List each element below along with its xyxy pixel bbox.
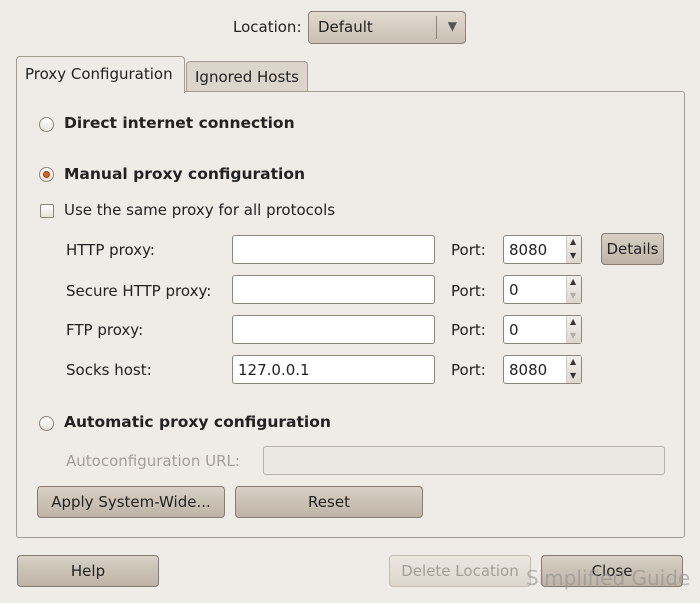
direct-connection-radio[interactable] (39, 117, 54, 132)
socks-port-value: 8080 (509, 361, 548, 379)
tab-ignored-hosts-label: Ignored Hosts (195, 68, 299, 86)
watermark-text: Simplified Guide (526, 566, 691, 590)
location-combo-value: Default (318, 18, 373, 36)
ftp-port-label: Port: (451, 321, 486, 339)
manual-proxy-label[interactable]: Manual proxy configuration (64, 165, 305, 183)
secure-http-port-label: Port: (451, 282, 486, 300)
http-proxy-label: HTTP proxy: (66, 241, 155, 259)
autoconfig-url-input (263, 446, 665, 475)
delete-location-button: Delete Location (389, 555, 531, 587)
reset-button[interactable]: Reset (235, 486, 423, 518)
automatic-proxy-radio[interactable] (39, 416, 54, 431)
details-button[interactable]: Details (601, 233, 664, 265)
socks-port-label: Port: (451, 361, 486, 379)
apply-system-wide-button[interactable]: Apply System-Wide... (37, 486, 225, 518)
direct-connection-label[interactable]: Direct internet connection (64, 114, 295, 132)
secure-http-port-spin-buttons[interactable]: ▲ ▼ (566, 276, 581, 303)
secure-http-port-value: 0 (509, 281, 519, 299)
secure-http-proxy-label: Secure HTTP proxy: (66, 282, 212, 300)
secure-http-proxy-input[interactable] (232, 275, 435, 304)
tab-proxy-configuration[interactable]: Proxy Configuration (16, 56, 185, 93)
triangle-down-icon: ▼ (570, 291, 577, 300)
ftp-proxy-input[interactable] (232, 315, 435, 344)
ftp-port-spin-buttons[interactable]: ▲ ▼ (566, 316, 581, 343)
http-port-value: 8080 (509, 241, 548, 259)
triangle-down-icon[interactable]: ▼ (570, 372, 576, 380)
socks-host-label: Socks host: (66, 361, 152, 379)
help-button[interactable]: Help (17, 555, 159, 587)
http-port-label: Port: (451, 241, 486, 259)
location-label: Location: (233, 18, 302, 36)
automatic-proxy-label[interactable]: Automatic proxy configuration (64, 413, 331, 431)
triangle-down-icon: ▼ (447, 19, 457, 33)
ftp-port-value: 0 (509, 321, 519, 339)
http-port-spinner[interactable]: 8080 ▲ ▼ (503, 235, 582, 264)
triangle-up-icon[interactable]: ▲ (570, 358, 576, 366)
proxy-configuration-panel: Direct internet connection Manual proxy … (16, 91, 685, 538)
socks-host-input[interactable]: 127.0.0.1 (232, 355, 435, 384)
http-port-spin-buttons[interactable]: ▲ ▼ (566, 236, 581, 263)
triangle-up-icon[interactable]: ▲ (570, 238, 576, 246)
autoconfig-url-label: Autoconfiguration URL: (66, 452, 240, 470)
tab-proxy-configuration-label: Proxy Configuration (25, 65, 173, 83)
combo-separator (436, 16, 437, 39)
socks-port-spinner[interactable]: 8080 ▲ ▼ (503, 355, 582, 384)
triangle-down-icon: ▼ (570, 331, 577, 340)
ftp-port-spinner[interactable]: 0 ▲ ▼ (503, 315, 582, 344)
ftp-proxy-label: FTP proxy: (66, 321, 144, 339)
socks-port-spin-buttons[interactable]: ▲ ▼ (566, 356, 581, 383)
manual-proxy-radio[interactable] (39, 167, 54, 182)
triangle-up-icon[interactable]: ▲ (570, 278, 576, 286)
triangle-up-icon[interactable]: ▲ (570, 318, 576, 326)
location-combo[interactable]: Default ▼ (308, 11, 466, 44)
triangle-down-icon[interactable]: ▼ (570, 252, 576, 260)
secure-http-port-spinner[interactable]: 0 ▲ ▼ (503, 275, 582, 304)
http-proxy-input[interactable] (232, 235, 435, 264)
tab-ignored-hosts[interactable]: Ignored Hosts (186, 61, 308, 92)
same-proxy-checkbox[interactable] (40, 204, 54, 218)
same-proxy-label[interactable]: Use the same proxy for all protocols (64, 201, 335, 219)
